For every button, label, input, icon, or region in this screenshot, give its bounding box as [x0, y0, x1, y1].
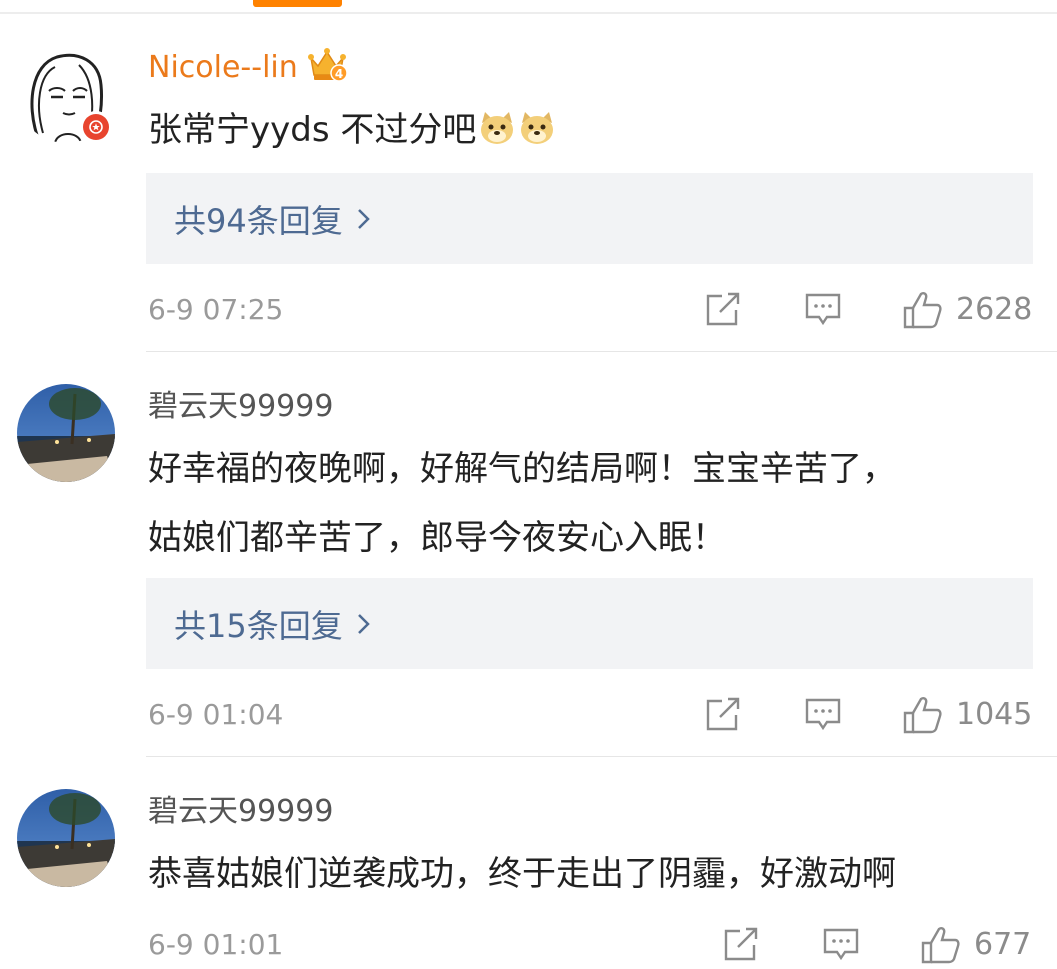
top-separator: [0, 12, 1057, 14]
avatar[interactable]: [17, 789, 115, 887]
like-icon: [903, 292, 942, 329]
vip-star-icon: [89, 120, 103, 134]
username[interactable]: 碧云天99999: [148, 794, 333, 830]
tab-active-indicator: [253, 0, 342, 7]
reply-count-link: 共94条回复: [174, 201, 343, 240]
comment-meta: 6-9 01:04 1045: [0, 695, 1057, 735]
comment-meta: 6-9 07:25 2628: [0, 290, 1057, 330]
comment-icon: [823, 928, 859, 961]
comment-text-body: 张常宁yyds 不过分吧: [148, 110, 477, 150]
divider: [146, 756, 1057, 757]
comment-text: 恭喜姑娘们逆袭成功，终于走出了阴霾，好激动啊: [148, 854, 896, 894]
like-icon: [903, 697, 942, 734]
comment-text: 张常宁yyds 不过分吧: [148, 96, 556, 171]
comment-button[interactable]: [804, 695, 842, 735]
share-icon: [724, 927, 758, 961]
timestamp: 6-9 01:01: [148, 928, 284, 961]
share-icon: [706, 292, 740, 326]
comment-icon: [805, 293, 841, 326]
reply-expander[interactable]: 共15条回复: [146, 578, 1033, 669]
reply-expander[interactable]: 共94条回复: [146, 173, 1033, 264]
comment-text-line: 姑娘们都辛苦了，郎导今夜安心入眠！: [148, 518, 726, 558]
share-button[interactable]: [722, 925, 760, 965]
chevron-right-icon: [357, 613, 370, 634]
comment-button[interactable]: [804, 290, 842, 330]
avatar[interactable]: [17, 384, 115, 482]
reply-count-link: 共15条回复: [174, 606, 343, 645]
timestamp: 6-9 07:25: [148, 293, 284, 326]
timestamp: 6-9 01:04: [148, 698, 284, 731]
share-button[interactable]: [704, 290, 742, 330]
divider: [146, 351, 1057, 352]
comment-text-line: 好幸福的夜晚啊，好解气的结局啊！宝宝辛苦了，: [148, 449, 896, 489]
username[interactable]: 碧云天99999: [148, 389, 333, 425]
crown-icon: 4: [307, 44, 348, 84]
like-icon: [921, 927, 960, 964]
svg-text:4: 4: [335, 67, 343, 81]
comment-meta: 6-9 01:01 677: [0, 925, 1057, 965]
verified-badge: [80, 111, 112, 143]
share-icon: [706, 697, 740, 731]
comment-icon: [805, 698, 841, 731]
like-count: 1045: [956, 697, 1033, 732]
chevron-right-icon: [357, 208, 370, 229]
like-button[interactable]: 677: [920, 925, 1031, 965]
share-button[interactable]: [704, 695, 742, 735]
doge-emoji: [478, 102, 516, 171]
like-button[interactable]: 1045: [902, 695, 1032, 735]
comment-text: 好幸福的夜晚啊，好解气的结局啊！宝宝辛苦了， 姑娘们都辛苦了，郎导今夜安心入眠！: [148, 435, 896, 573]
doge-emoji: [518, 102, 556, 171]
username[interactable]: Nicole--lin: [148, 50, 298, 86]
like-button[interactable]: 2628: [902, 290, 1032, 330]
like-count: 2628: [956, 292, 1033, 327]
comment-button[interactable]: [822, 925, 860, 965]
like-count: 677: [974, 927, 1032, 962]
